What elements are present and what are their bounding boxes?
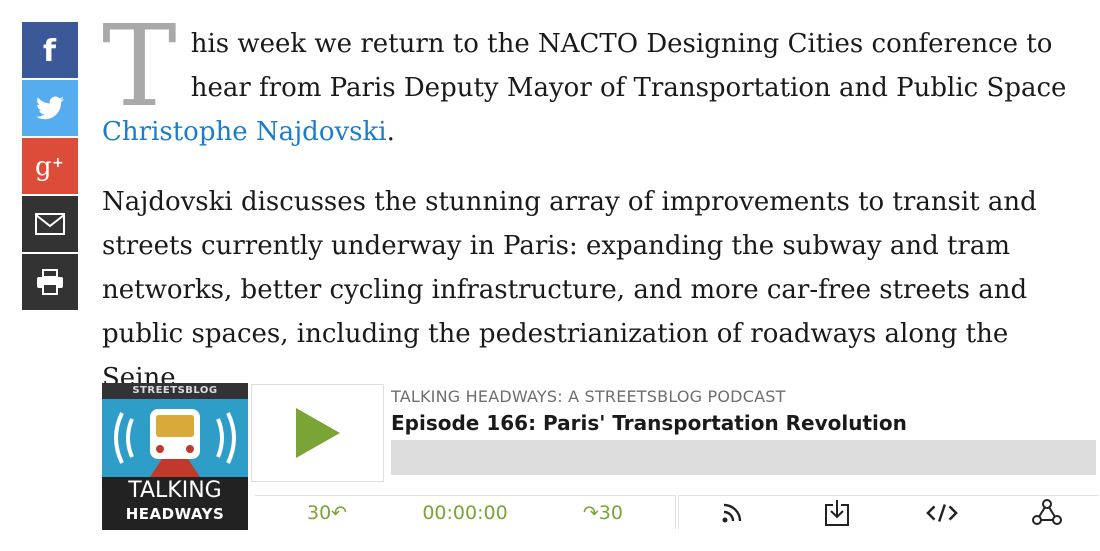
play-icon xyxy=(295,408,340,458)
podcast-series-title: TALKING HEADWAYS: A STREETSBLOG PODCAST xyxy=(391,387,786,406)
svg-text:f: f xyxy=(43,35,57,65)
intro-text: his week we return to the NACTO Designin… xyxy=(190,29,1067,103)
svg-text:+: + xyxy=(52,155,64,171)
embed-button[interactable] xyxy=(925,497,958,529)
google-plus-icon: g + xyxy=(35,152,64,181)
twitter-share-button[interactable] xyxy=(22,80,78,136)
tram-illustration xyxy=(102,399,248,477)
printer-icon xyxy=(37,269,63,295)
download-icon xyxy=(824,499,849,526)
podcast-artwork: STREETSBLOG TALKING HEADWAYS xyxy=(102,383,248,530)
player-tools xyxy=(678,495,1099,529)
share-icon xyxy=(1031,498,1062,525)
facebook-share-button[interactable]: f xyxy=(22,22,78,78)
artwork-title-line1: TALKING xyxy=(128,478,222,503)
artwork-title-line2: HEADWAYS xyxy=(125,505,225,523)
playback-controls: 30↶ 00:00:00 ↷30 xyxy=(255,495,676,529)
christophe-najdovski-link[interactable]: Christophe Najdovski xyxy=(102,117,387,147)
forward-30-button[interactable]: ↷30 xyxy=(583,502,623,524)
body-paragraph: Najdovski discusses the stunning array o… xyxy=(102,187,1037,393)
episode-title: Episode 166: Paris' Transportation Revol… xyxy=(391,411,907,435)
play-button[interactable] xyxy=(251,384,384,482)
twitter-icon xyxy=(36,96,64,120)
google-plus-share-button[interactable]: g + xyxy=(22,138,78,194)
drop-cap: T xyxy=(102,2,177,132)
mail-icon xyxy=(35,213,65,235)
progress-bar[interactable] xyxy=(391,440,1096,475)
article-body: This week we return to the NACTO Designi… xyxy=(102,2,1087,400)
print-button[interactable] xyxy=(22,254,78,310)
intro-period: . xyxy=(386,117,395,147)
email-share-button[interactable] xyxy=(22,196,78,252)
rewind-30-button[interactable]: 30↶ xyxy=(307,502,347,524)
embed-code-icon xyxy=(925,503,958,522)
podcast-player: STREETSBLOG TALKING HEADWAYS TALKING HEA… xyxy=(102,383,1099,530)
download-button[interactable] xyxy=(821,497,853,529)
rss-icon xyxy=(722,503,741,522)
share-button[interactable] xyxy=(1031,497,1063,529)
share-bar: f g + xyxy=(22,22,78,312)
current-time: 00:00:00 xyxy=(422,501,508,524)
svg-text:g: g xyxy=(35,152,52,181)
facebook-icon: f xyxy=(43,35,57,65)
rss-button[interactable] xyxy=(716,497,748,529)
artwork-brand: STREETSBLOG xyxy=(102,383,248,399)
intro-paragraph: This week we return to the NACTO Designi… xyxy=(102,2,1087,154)
